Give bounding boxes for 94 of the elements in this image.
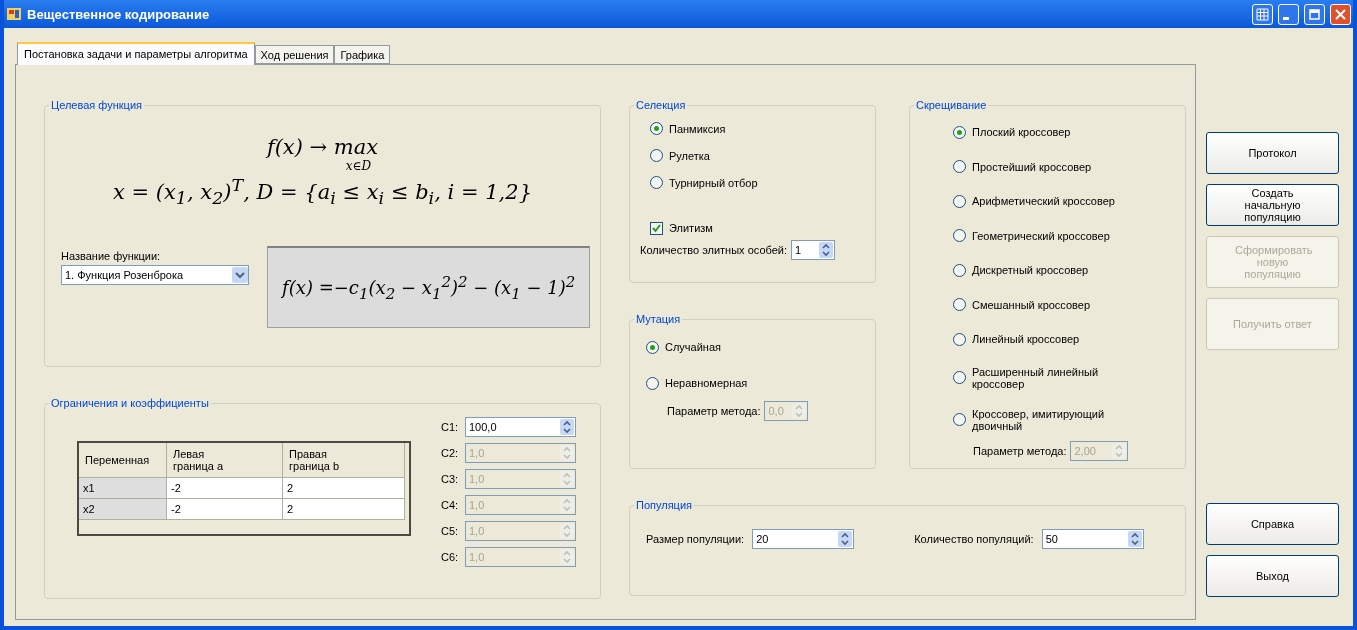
formula: f(x) =−c$_{1}$(x$_{2}$ − x$_{1}$$^{2}$)$^{2}$ − (x$_{1}$ − 1)$^{2}$ <box>282 272 576 303</box>
radio-button[interactable] <box>646 376 659 390</box>
radio-button[interactable] <box>953 229 966 243</box>
spin-arrows-icon <box>560 445 574 461</box>
radio-button[interactable] <box>953 125 966 139</box>
radio-button[interactable] <box>650 149 663 162</box>
radio-label: Кроссовер, имитирующий двоичный <box>972 407 1106 432</box>
spin-arrows-icon <box>792 403 807 419</box>
close-button[interactable] <box>1330 3 1351 25</box>
formula: x = (x$_{1}$, x$_{2}$)$^{T}$, D = {a$_{i}$ ≤ x$_{i}$ ≤ b$_{i}$, i = 1,2} <box>113 175 532 209</box>
coefficient-label: C2: <box>441 447 457 459</box>
field-label: Параметр метода: <box>973 444 1067 457</box>
radio-label: Панмиксия <box>669 122 726 135</box>
tab[interactable]: Графика <box>334 45 391 64</box>
field-label: Количество популяций: <box>914 533 1034 545</box>
function-dropdown[interactable]: 1. Функция Розенброка <box>61 265 249 286</box>
action-button[interactable]: Создать начальную популяцию <box>1206 184 1339 226</box>
group-title: Целевая функция <box>50 99 143 111</box>
group-title: Скрещивание <box>915 99 988 111</box>
spin-arrows-icon <box>819 242 833 258</box>
radio-button[interactable] <box>953 413 966 426</box>
spin-arrows-icon <box>560 419 574 435</box>
radio-button[interactable] <box>953 263 966 277</box>
coefficient-label: C5: <box>441 525 457 537</box>
number-spinner[interactable]: 1 <box>791 240 835 260</box>
radio-label: Плоский кроссовер <box>972 126 1071 139</box>
maximize-icon <box>1309 8 1320 20</box>
radio-label: Случайная <box>665 341 721 353</box>
group-title: Популяция <box>635 499 693 511</box>
radio-label: Простейший кроссовер <box>972 160 1092 173</box>
spin-arrows-icon <box>560 497 574 513</box>
app-icon <box>6 6 22 22</box>
field-label: Размер популяции: <box>646 533 745 545</box>
column-header: Переменная <box>79 443 167 478</box>
radio-button[interactable] <box>646 340 659 354</box>
table-cell: -2 <box>167 499 283 520</box>
grid-button[interactable] <box>1252 3 1273 25</box>
window-title: Вещественное кодирование <box>27 6 211 22</box>
minimize-icon <box>1283 16 1289 20</box>
formula: f(x) → max <box>266 135 379 159</box>
spin-arrows-icon <box>560 523 574 539</box>
action-button[interactable]: Протокол <box>1206 132 1339 174</box>
maximize-button[interactable] <box>1304 3 1325 25</box>
spin-arrows-icon <box>838 531 853 547</box>
spin-arrows-icon <box>1112 442 1127 459</box>
table-cell: x1 <box>79 478 167 499</box>
checkbox[interactable] <box>650 221 663 235</box>
field-label: Параметр метода: <box>667 405 761 417</box>
table-cell: x2 <box>79 499 167 520</box>
number-spinner[interactable]: 20 <box>752 529 855 549</box>
coefficient-label: C1: <box>441 421 457 433</box>
radio-label: Арифметический кроссовер <box>972 195 1115 208</box>
coefficient-label: C6: <box>441 551 457 563</box>
checkbox-label: Элитизм <box>669 222 713 234</box>
field-label: Количество элитных особей: <box>640 244 787 256</box>
column-header: Правая граница b <box>283 443 405 478</box>
radio-label: Расширенный линейный кроссовер <box>972 365 1100 390</box>
radio-button[interactable] <box>953 160 966 174</box>
group-title: Селекция <box>635 99 687 111</box>
table-cell: 2 <box>283 499 405 520</box>
grid-icon <box>1256 7 1269 21</box>
tab[interactable]: Ход решения <box>254 45 335 64</box>
spin-arrows-icon <box>1127 531 1142 547</box>
group-title: Ограничения и коэффициенты <box>50 397 210 409</box>
radio-label: Линейный кроссовер <box>972 333 1080 346</box>
table-cell: 2 <box>283 478 405 499</box>
coefficient-label: C4: <box>441 499 457 511</box>
radio-label: Неравномерная <box>665 377 748 389</box>
table-cell: -2 <box>167 478 283 499</box>
radio-label: Турнирный отбор <box>669 176 758 189</box>
radio-button[interactable] <box>953 332 966 346</box>
coefficient-label: C3: <box>441 473 457 485</box>
close-icon <box>1335 8 1346 20</box>
number-spinner[interactable]: 50 <box>1041 529 1144 549</box>
minimize-button[interactable] <box>1278 3 1299 25</box>
tab[interactable]: Постановка задачи и параметры алгоритма <box>17 42 255 65</box>
spin-arrows-icon <box>560 549 574 565</box>
radio-label: Рулетка <box>669 149 710 162</box>
radio-button[interactable] <box>650 176 663 189</box>
radio-button[interactable] <box>953 371 966 384</box>
action-button[interactable]: Выход <box>1206 555 1339 597</box>
radio-button[interactable] <box>953 298 966 312</box>
spin-arrows-icon <box>560 471 574 487</box>
radio-label: Дискретный кроссовер <box>972 264 1089 277</box>
formula-subscript: x∈D <box>345 159 372 173</box>
action-button[interactable]: Справка <box>1206 503 1339 545</box>
field-label: Название функции: <box>61 250 162 263</box>
radio-button[interactable] <box>953 194 966 208</box>
radio-label: Смешанный кроссовер <box>972 298 1091 311</box>
radio-button[interactable] <box>650 122 663 135</box>
radio-label: Геометрический кроссовер <box>972 229 1110 242</box>
number-spinner[interactable]: 100,0 <box>465 417 576 437</box>
column-header: Левая граница a <box>167 443 283 478</box>
group-title: Мутация <box>635 313 682 325</box>
